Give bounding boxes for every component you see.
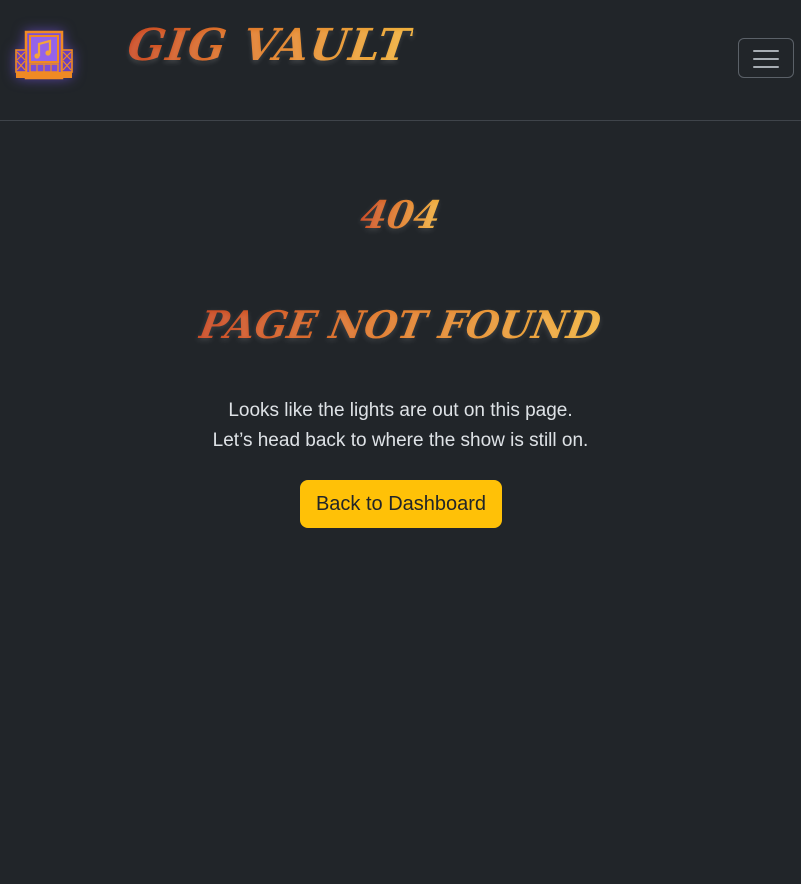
- back-to-dashboard-button[interactable]: Back to Dashboard: [300, 480, 502, 528]
- menu-toggle-button[interactable]: [738, 38, 794, 78]
- hamburger-menu-icon-bar: [753, 58, 779, 60]
- hamburger-menu-icon: [753, 50, 779, 52]
- error-code-heading: 404: [0, 192, 801, 237]
- hamburger-menu-icon-bar: [753, 66, 779, 68]
- stage-speakers-music-icon[interactable]: [12, 28, 76, 82]
- brand-title[interactable]: GIG VAULT: [124, 20, 415, 71]
- error-title-heading: Page Not Found: [0, 302, 801, 347]
- error-code-text: 404: [356, 192, 445, 237]
- top-navbar: GIG VAULT: [0, 0, 801, 121]
- error-title-text: Page Not Found: [196, 302, 605, 347]
- error-message-line-2: Let’s head back to where the show is sti…: [212, 430, 589, 451]
- error-message-line-1: Looks like the lights are out on this pa…: [228, 400, 573, 421]
